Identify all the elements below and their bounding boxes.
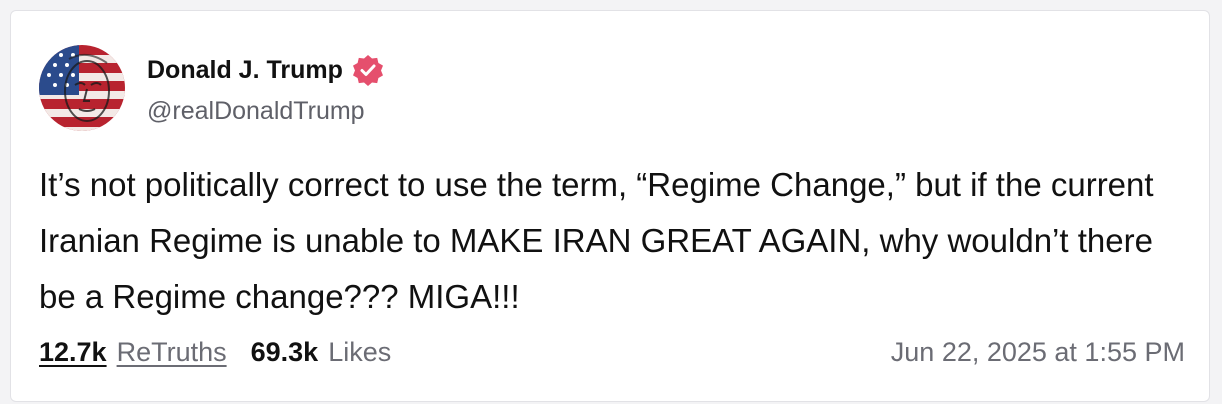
retruths-count: 12.7k (39, 337, 107, 367)
likes-count: 69.3k (250, 337, 319, 367)
author-handle[interactable]: @realDonaldTrump (147, 97, 365, 126)
post-text: It’s not politically correct to use the … (39, 166, 1154, 315)
likes-stat[interactable]: 69.3k Likes (251, 337, 392, 368)
post-card: Donald J. Trump @realDonaldTrump It’s no… (10, 10, 1210, 402)
author-name-row: Donald J. Trump (147, 53, 385, 87)
post-timestamp[interactable]: Jun 22, 2025 at 1:55 PM (891, 337, 1185, 368)
post-footer: 12.7k ReTruths 69.3k Likes Jun 22, 2025 … (39, 337, 1185, 368)
retruths-label: ReTruths (116, 337, 227, 367)
avatar[interactable] (39, 45, 125, 131)
retruths-stat[interactable]: 12.7k ReTruths (39, 337, 227, 368)
author-display-name[interactable]: Donald J. Trump (147, 56, 343, 85)
likes-label: Likes (328, 337, 392, 367)
verified-badge-icon (351, 53, 385, 87)
flag-portrait-image (39, 45, 125, 131)
